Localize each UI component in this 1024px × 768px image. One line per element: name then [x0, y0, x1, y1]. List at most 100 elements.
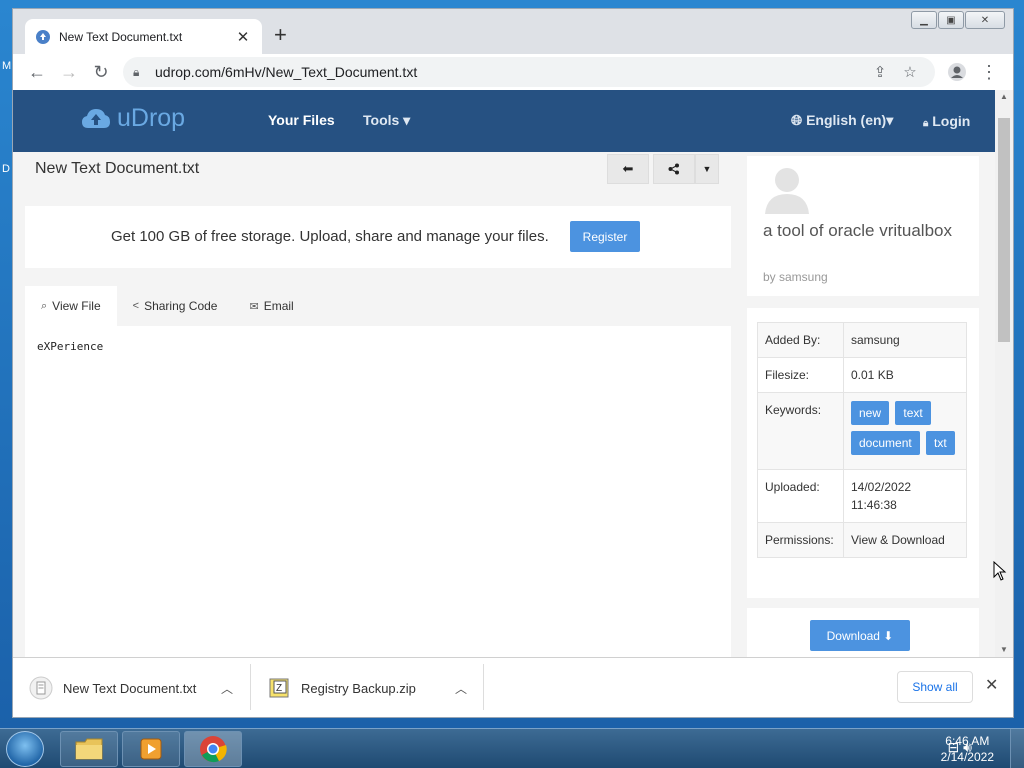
keyword-tag[interactable]: text [895, 401, 931, 425]
language-selector[interactable]: 🌐︎ English (en)▾ [791, 112, 893, 129]
tab-label: View File [52, 299, 101, 313]
login-link[interactable]: 🔒︎ Login [923, 113, 970, 129]
chrome-icon [200, 736, 227, 763]
file-content-preview: eXPerience [25, 326, 731, 657]
browser-menu-icon[interactable]: ⋮ [973, 56, 1005, 88]
file-description: a tool of oracle vritualbox [763, 221, 952, 240]
file-view-tabs: ⌕ View File < Sharing Code ✉ Email [25, 286, 731, 326]
uploader-by: by samsung [763, 270, 828, 284]
uploaded-time: 11:46:38 [851, 498, 897, 512]
scroll-up-arrow-icon[interactable]: ▲ [995, 90, 1013, 104]
info-value: View & Download [843, 522, 967, 558]
back-button[interactable]: ⬅ [607, 154, 649, 184]
shelf-close-icon[interactable]: ✕ [985, 675, 998, 695]
download-button[interactable]: Download ⬇ [810, 620, 910, 651]
nav-tools-dropdown[interactable]: Tools ▾ [363, 112, 410, 129]
uploaded-date: 14/02/2022 [851, 480, 912, 494]
logo-text: uDrop [117, 104, 186, 132]
info-row-keywords: Keywords: new text document txt [757, 392, 967, 470]
start-button[interactable] [6, 731, 44, 767]
file-info-panel: Added By: samsung Filesize: 0.01 KB Keyw… [747, 308, 979, 598]
tab-title: New Text Document.txt [59, 29, 183, 44]
globe-icon: 🌐︎ [791, 112, 803, 128]
info-label: Keywords: [757, 392, 844, 470]
chevron-up-icon[interactable]: ︿ [221, 680, 233, 697]
tab-view-file[interactable]: ⌕ View File [25, 286, 117, 326]
language-label: English (en)▾ [806, 112, 894, 128]
back-arrow-small-icon: ⬅ [622, 161, 634, 176]
tab-sharing-code[interactable]: < Sharing Code [117, 286, 234, 326]
login-label: Login [932, 113, 971, 129]
taskbar-explorer[interactable] [60, 731, 118, 767]
udrop-favicon-icon [36, 29, 50, 44]
info-label: Added By: [757, 322, 844, 358]
text-file-icon [29, 676, 53, 700]
new-tab-button[interactable]: + [274, 23, 287, 47]
scroll-thumb[interactable] [998, 118, 1010, 342]
info-row-added-by: Added By: samsung [757, 322, 967, 358]
taskbar-media-player[interactable] [122, 731, 180, 767]
maximize-button[interactable]: ▣ [938, 11, 964, 29]
site-logo[interactable]: uDrop [81, 104, 185, 133]
windows-taskbar: ⊟ 🔊︎ 6:46 AM 2/14/2022 [0, 728, 1024, 768]
sharing-code-icon: < [132, 300, 140, 312]
nav-your-files[interactable]: Your Files [268, 112, 335, 128]
page-viewport: uDrop Your Files Tools ▾ 🌐︎ English (en)… [13, 90, 997, 657]
reload-icon[interactable]: ↻ [85, 56, 117, 88]
minimize-button[interactable]: ▁ [911, 11, 937, 29]
profile-avatar-icon[interactable] [941, 56, 973, 88]
cloud-upload-icon [82, 108, 110, 128]
view-file-icon: ⌕ [41, 299, 48, 312]
browser-titlebar: New Text Document.txt ✕ + ▁ ▣ ✕ [13, 9, 1013, 54]
forward-arrow-icon[interactable]: → [53, 56, 85, 88]
file-info-table: Added By: samsung Filesize: 0.01 KB Keyw… [757, 322, 967, 558]
download-item[interactable]: Z Registry Backup.zip ︿ [267, 666, 483, 710]
clock-date: 2/14/2022 [940, 750, 994, 764]
info-row-filesize: Filesize: 0.01 KB [757, 357, 967, 393]
download-panel: Download ⬇ [747, 608, 979, 657]
zip-file-icon: Z [269, 678, 289, 698]
info-value: samsung [843, 322, 967, 358]
system-clock[interactable]: 6:46 AM 2/14/2022 [941, 733, 994, 765]
register-button[interactable]: Register [570, 221, 640, 252]
url-text[interactable]: udrop.com/6mHv/New_Text_Document.txt [155, 64, 865, 80]
mouse-cursor-icon [993, 561, 1007, 581]
info-value: 14/02/2022 11:46:38 [843, 469, 967, 523]
browser-window: New Text Document.txt ✕ + ▁ ▣ ✕ ← → ↻ 🔒︎… [12, 8, 1014, 718]
user-avatar-icon [765, 168, 809, 214]
keyword-tag[interactable]: document [851, 431, 920, 455]
tab-email[interactable]: ✉ Email [233, 286, 309, 326]
keyword-tag[interactable]: txt [926, 431, 955, 455]
share-button[interactable] [653, 154, 695, 184]
info-row-permissions: Permissions: View & Download [757, 522, 967, 558]
bookmark-star-icon[interactable]: ☆ [895, 63, 925, 81]
tab-label: Email [263, 299, 294, 313]
tab-close-icon[interactable]: ✕ [234, 28, 252, 46]
info-label: Uploaded: [757, 469, 844, 523]
window-controls: ▁ ▣ ✕ [910, 11, 1005, 29]
file-sidebar: a tool of oracle vritualbox by samsung A… [747, 152, 979, 657]
download-shelf: New Text Document.txt ︿ Z Registry Backu… [13, 657, 1013, 717]
download-filename: New Text Document.txt [63, 680, 197, 696]
show-all-button[interactable]: Show all [897, 671, 973, 703]
lock-icon: 🔒︎ [133, 64, 140, 79]
address-bar[interactable]: 🔒︎ udrop.com/6mHv/New_Text_Document.txt … [123, 57, 935, 87]
info-label: Permissions: [757, 522, 844, 558]
storage-promo-banner: Get 100 GB of free storage. Upload, shar… [25, 206, 731, 268]
shelf-divider [250, 664, 251, 710]
info-label: Filesize: [757, 357, 844, 393]
browser-tab[interactable]: New Text Document.txt ✕ [25, 19, 262, 54]
media-player-icon [140, 738, 162, 760]
keyword-tag[interactable]: new [851, 401, 890, 425]
share-dropdown-button[interactable]: ▼ [695, 154, 719, 184]
download-item[interactable]: New Text Document.txt ︿ [29, 666, 249, 710]
clock-time: 6:46 AM [945, 734, 990, 748]
show-desktop-button[interactable] [1010, 729, 1024, 768]
window-close-button[interactable]: ✕ [965, 11, 1005, 29]
share-page-icon[interactable]: ⇪ [865, 63, 895, 81]
scroll-down-arrow-icon[interactable]: ▼ [995, 643, 1013, 657]
back-arrow-icon[interactable]: ← [21, 56, 53, 88]
chevron-up-icon[interactable]: ︿ [455, 680, 467, 697]
taskbar-chrome[interactable] [184, 731, 242, 767]
info-row-uploaded: Uploaded: 14/02/2022 11:46:38 [757, 469, 967, 523]
